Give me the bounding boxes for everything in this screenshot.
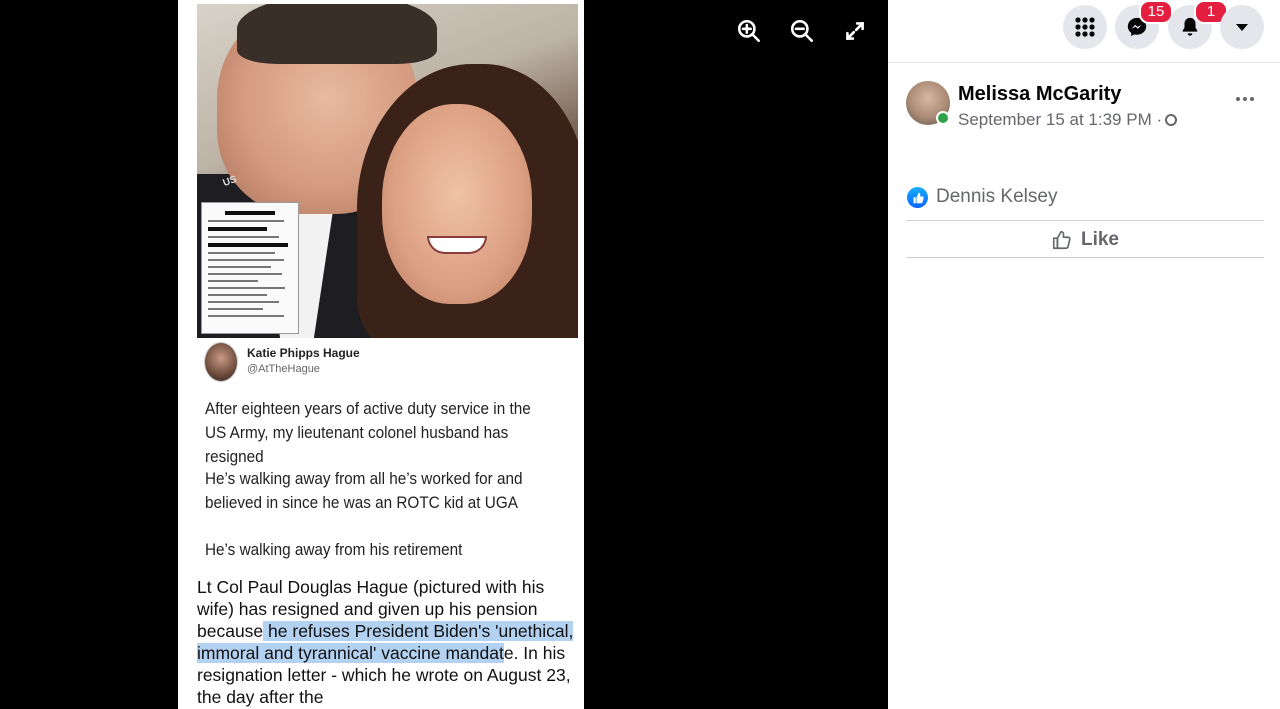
photo-viewer: US Katie Phipps Hague @AtTheHague After … <box>0 0 888 709</box>
account-menu-button[interactable] <box>1220 5 1264 49</box>
tweet-author-name: Katie Phipps Hague <box>247 346 360 360</box>
like-reaction-icon <box>907 187 928 208</box>
dot-icon <box>1236 97 1240 101</box>
online-status-dot <box>936 111 950 125</box>
reactions-summary[interactable]: Dennis Kelsey <box>906 183 1264 221</box>
post-image[interactable]: US Katie Phipps Hague @AtTheHague After … <box>178 0 584 709</box>
reactor-name: Dennis Kelsey <box>936 186 1058 207</box>
thumbs-up-icon <box>1052 230 1071 249</box>
tweet-paragraph: After eighteen years of active duty serv… <box>205 399 531 466</box>
fullscreen-icon <box>846 22 864 40</box>
like-label: Like <box>1080 228 1120 250</box>
post-author-name[interactable]: Melissa McGarity <box>958 83 1121 106</box>
like-button[interactable]: Like <box>1051 229 1119 251</box>
grid-menu-icon <box>1075 17 1095 37</box>
article-excerpt: Lt Col Paul Douglas Hague (pictured with… <box>197 576 579 708</box>
tweet-author-handle: @AtTheHague <box>247 363 320 375</box>
dot-icon <box>1243 97 1247 101</box>
tweet-paragraph: He’s walking away from his retirement <box>205 540 463 559</box>
zoom-out-button[interactable] <box>789 18 819 48</box>
post-time-text[interactable]: September 15 at 1:39 PM · <box>958 110 1162 129</box>
zoom-in-button[interactable] <box>736 18 766 48</box>
tweet-avatar <box>204 342 238 382</box>
menu-button[interactable] <box>1063 5 1107 49</box>
notifications-button[interactable]: 1 <box>1168 0 1228 49</box>
caret-down-icon <box>1236 24 1248 31</box>
messenger-button[interactable]: 15 <box>1115 0 1173 49</box>
top-navigation: 15 1 <box>888 0 1280 63</box>
post-sidebar: 15 1 Melissa McGarity September 15 at 1:… <box>888 0 1280 709</box>
globe-icon <box>1165 114 1178 126</box>
post-options-button[interactable] <box>1232 86 1258 112</box>
couple-photo: US <box>197 4 578 338</box>
tweet-paragraph: He’s walking away from all he’s worked f… <box>205 469 523 512</box>
tweet-header: Katie Phipps Hague @AtTheHague <box>204 342 564 386</box>
action-bar: Like <box>906 222 1264 258</box>
zoom-out-icon <box>790 19 814 43</box>
dot-icon <box>1250 97 1254 101</box>
zoom-in-icon <box>737 19 761 43</box>
fullscreen-button[interactable] <box>842 18 872 48</box>
post-timestamp: September 15 at 1:39 PM · <box>958 110 1178 130</box>
resignation-letter-image <box>201 202 299 334</box>
